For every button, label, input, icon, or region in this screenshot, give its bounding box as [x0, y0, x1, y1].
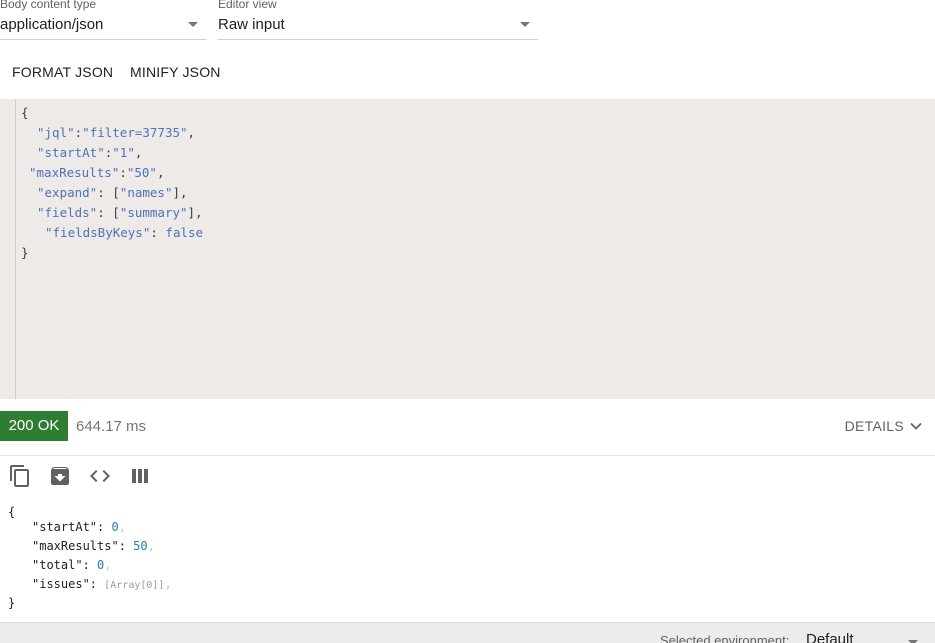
chevron-down-icon [910, 422, 922, 430]
issues-array-toggle[interactable]: [Array[0]] [104, 580, 164, 591]
json-open-brace: { [21, 105, 29, 120]
editor-view-select[interactable]: Editor view Raw input [218, 0, 538, 40]
json-line-startat: "startAt":"1", [37, 145, 143, 160]
json-line-maxresults: "maxResults":"50", [29, 165, 165, 180]
request-body-editor[interactable]: { "jql":"filter=37735", "startAt":"1", "… [0, 99, 935, 399]
environment-select[interactable]: Default [806, 631, 854, 643]
editor-view-label: Editor view [218, 0, 277, 11]
format-json-button[interactable]: FORMAT JSON [12, 64, 113, 80]
json-line-jql: "jql":"filter=37735", [37, 125, 196, 140]
divider [0, 455, 935, 456]
response-time: 644.17 ms [76, 418, 147, 435]
json-line-fieldsbykeys: "fieldsByKeys": false [45, 225, 204, 240]
body-content-type-value: application/json [0, 16, 104, 33]
details-label: DETAILS [844, 418, 904, 434]
json-line-total: "total": 0, [32, 558, 112, 572]
json-close-brace: } [8, 596, 16, 610]
json-line-startat: "startAt": 0, [32, 520, 126, 534]
json-line-issues: "issues": [Array[0]], [32, 577, 172, 591]
code-icon[interactable] [88, 464, 112, 488]
status-badge: 200 OK [0, 411, 68, 441]
body-content-type-select[interactable]: Body content type application/json [0, 0, 206, 40]
json-open-brace: { [8, 505, 16, 519]
json-line-expand: "expand": ["names"], [37, 185, 188, 200]
json-line-fields: "fields": ["summary"], [37, 205, 203, 220]
archive-icon[interactable] [48, 464, 72, 488]
editor-view-value: Raw input [218, 16, 285, 33]
copy-icon[interactable] [8, 464, 32, 488]
json-line-maxresults: "maxResults": 50, [32, 539, 155, 553]
minify-json-button[interactable]: MINIFY JSON [130, 64, 221, 80]
dropdown-arrow-icon [188, 22, 198, 27]
dropdown-arrow-icon [520, 22, 530, 27]
body-content-type-label: Body content type [0, 0, 97, 11]
json-close-brace: } [21, 245, 29, 260]
footer-bar: Selected environment: Default [0, 622, 935, 643]
editor-gutter [15, 99, 16, 399]
details-toggle[interactable]: DETAILS [845, 418, 923, 434]
columns-icon[interactable] [128, 464, 152, 488]
